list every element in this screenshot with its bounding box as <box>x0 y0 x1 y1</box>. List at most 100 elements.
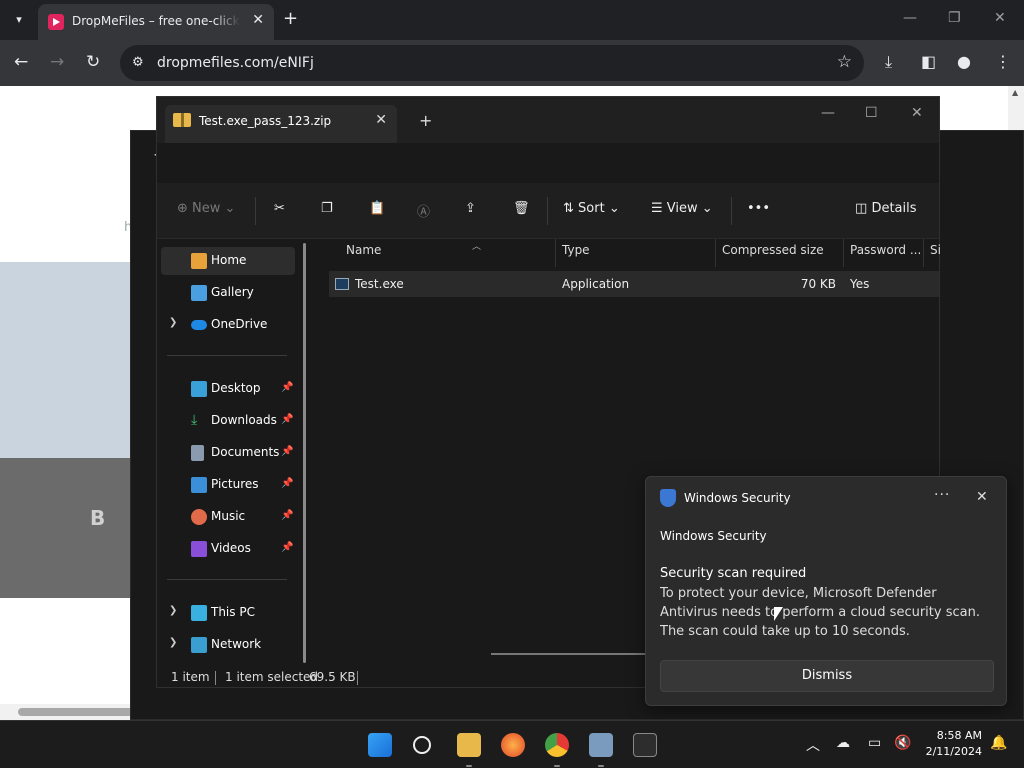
sort-button[interactable]: ⇅ Sort ⌄ <box>563 201 620 216</box>
toolbar-divider <box>255 197 256 225</box>
terminal-icon[interactable] <box>633 733 657 757</box>
close-window-icon[interactable]: ✕ <box>994 10 1006 26</box>
file-name: Test.exe <box>355 277 404 291</box>
download-icon[interactable]: ⤓ <box>885 52 892 72</box>
tab-search-icon[interactable]: ▾ <box>8 10 30 30</box>
sidebar-scrollbar[interactable] <box>303 243 306 663</box>
minimize-icon[interactable]: — <box>903 10 917 26</box>
column-header-compressed-size[interactable]: Compressed size <box>722 243 824 267</box>
share-icon[interactable]: ⇪ <box>465 201 476 216</box>
sidebar-item-thispc[interactable]: ❯ This PC <box>161 599 295 627</box>
browser-tab[interactable]: DropMeFiles – free one-click file sharin… <box>38 4 274 40</box>
dismiss-button[interactable]: Dismiss <box>660 660 994 692</box>
details-pane-icon: ◫ <box>855 201 868 216</box>
navigation-pane: Home Gallery ❯ OneDrive Desktop 📌 ⤓ Down… <box>157 239 313 667</box>
bookmark-star-icon[interactable]: ☆ <box>837 52 852 72</box>
pin-icon[interactable]: 📌 <box>281 414 293 425</box>
sidebar-item-music[interactable]: Music 📌 <box>161 503 295 531</box>
chevron-right-icon[interactable]: ❯ <box>169 317 177 328</box>
column-header-password[interactable]: Password ... <box>850 243 921 267</box>
pin-icon[interactable]: 📌 <box>281 478 293 489</box>
explorer-tab-close-icon[interactable]: ✕ <box>375 112 387 128</box>
column-divider[interactable] <box>843 239 844 267</box>
pin-icon[interactable]: 📌 <box>281 446 293 457</box>
column-divider[interactable] <box>923 239 924 267</box>
display-icon[interactable]: ▭ <box>868 735 881 751</box>
sidebar-item-home[interactable]: Home <box>161 247 295 275</box>
system-clock[interactable]: 8:58 AM 2/11/2024 <box>918 728 982 760</box>
forward-icon[interactable]: → <box>50 52 64 72</box>
windows-security-toast[interactable]: Windows Security ··· ✕ Windows Security … <box>645 476 1007 706</box>
column-header-size[interactable]: Si <box>930 243 941 267</box>
url-text[interactable]: dropmefiles.com/eNIFj <box>157 55 314 71</box>
chevron-up-icon[interactable]: ︿ <box>806 735 820 755</box>
column-header-name[interactable]: Name ︿ <box>346 242 481 267</box>
explorer-tab[interactable]: Test.exe_pass_123.zip ✕ <box>165 105 397 143</box>
explorer-close-icon[interactable]: ✕ <box>911 105 923 121</box>
sidebar-item-network[interactable]: ❯ Network <box>161 631 295 659</box>
clock-date: 2/11/2024 <box>925 745 982 758</box>
reload-icon[interactable]: ↻ <box>86 52 100 72</box>
pin-icon[interactable]: 📌 <box>281 510 293 521</box>
toast-body: To protect your device, Microsoft Defend… <box>660 586 980 639</box>
download-arrow-icon: ⤓ <box>191 412 198 428</box>
more-options-icon[interactable]: ··· <box>934 487 950 503</box>
explorer-new-tab-icon[interactable]: + <box>419 111 432 130</box>
videos-icon <box>191 541 207 557</box>
chevron-right-icon[interactable]: ❯ <box>169 637 177 648</box>
explorer-minimize-icon[interactable]: — <box>821 105 835 121</box>
toast-heading: Windows Security <box>660 529 767 543</box>
chevron-right-icon[interactable]: ❯ <box>169 605 177 616</box>
view-icon: ☰ <box>651 201 663 216</box>
restore-icon[interactable]: ❐ <box>948 10 961 26</box>
running-indicator <box>598 765 604 767</box>
file-explorer-icon[interactable] <box>457 733 481 757</box>
table-row[interactable]: Test.exe Application 70 KB Yes <box>329 271 939 297</box>
back-icon[interactable]: ← <box>14 52 28 72</box>
toast-close-icon[interactable]: ✕ <box>976 489 988 505</box>
profile-icon[interactable]: ● <box>957 52 971 71</box>
pin-icon[interactable]: 📌 <box>281 542 293 553</box>
chrome-icon[interactable] <box>545 733 569 757</box>
cloud-offline-icon[interactable]: ☁ <box>836 735 850 751</box>
side-panel-icon[interactable]: ◧ <box>921 52 936 71</box>
new-label: New <box>192 201 221 216</box>
explorer-maximize-icon[interactable]: ☐ <box>865 105 878 121</box>
site-info-icon[interactable]: ⚙ <box>132 55 144 70</box>
cut-icon[interactable]: ✂ <box>274 201 285 216</box>
zip-folder-icon <box>173 113 191 127</box>
control-panel-icon[interactable] <box>589 733 613 757</box>
sidebar-item-pictures[interactable]: Pictures 📌 <box>161 471 295 499</box>
column-header-type[interactable]: Type <box>562 243 590 267</box>
notification-bell-icon[interactable]: 🔔 <box>990 735 1007 751</box>
sidebar-item-onedrive[interactable]: ❯ OneDrive <box>161 311 295 339</box>
see-more-icon[interactable]: ••• <box>747 201 770 216</box>
pin-icon[interactable]: 📌 <box>281 382 293 393</box>
new-button[interactable]: ⊕ New ⌄ <box>177 201 235 216</box>
volume-muted-icon[interactable]: 🔇 <box>894 735 911 751</box>
browser-tabstrip: ▾ DropMeFiles – free one-click file shar… <box>0 0 1024 40</box>
view-button[interactable]: ☰ View ⌄ <box>651 201 713 216</box>
sidebar-item-videos[interactable]: Videos 📌 <box>161 535 295 563</box>
toast-title: Security scan required <box>660 566 807 581</box>
search-icon[interactable] <box>413 736 431 754</box>
delete-icon[interactable]: 🗑 <box>513 201 530 216</box>
sidebar-item-gallery[interactable]: Gallery <box>161 279 295 307</box>
scroll-up-icon[interactable]: ▲ <box>1012 88 1018 97</box>
chrome-menu-icon[interactable]: ⋮ <box>995 52 1011 71</box>
address-bar[interactable]: ⚙ dropmefiles.com/eNIFj ☆ <box>120 45 864 81</box>
new-tab-icon[interactable]: + <box>283 8 298 29</box>
column-divider[interactable] <box>555 239 556 267</box>
tab-close-icon[interactable]: ✕ <box>252 12 264 28</box>
copy-icon[interactable]: ❐ <box>321 201 333 216</box>
firefox-icon[interactable] <box>501 733 525 757</box>
start-icon[interactable] <box>368 733 392 757</box>
sidebar-item-downloads[interactable]: ⤓ Downloads 📌 <box>161 407 295 435</box>
paste-icon[interactable]: 📋 <box>369 201 385 216</box>
column-divider[interactable] <box>715 239 716 267</box>
column-label: Name <box>346 243 382 257</box>
rename-icon[interactable]: Ⓐ <box>417 201 430 220</box>
sidebar-item-desktop[interactable]: Desktop 📌 <box>161 375 295 403</box>
sidebar-item-documents[interactable]: Documents 📌 <box>161 439 295 467</box>
details-button[interactable]: ◫ Details <box>855 201 917 216</box>
